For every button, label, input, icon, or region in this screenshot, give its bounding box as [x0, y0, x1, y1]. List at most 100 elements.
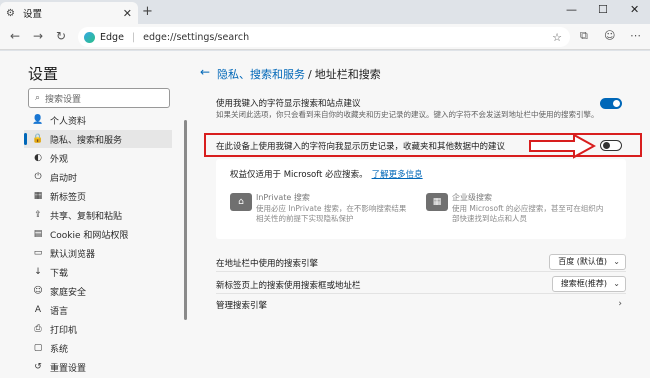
sidebar-item-label: 家庭安全	[50, 287, 87, 298]
breadcrumb-separator: /	[308, 68, 312, 81]
sidebar-item[interactable]: ⏻ 启动时	[24, 168, 172, 186]
sidebar-item-label: 启动时	[50, 173, 78, 184]
sidebar-item-icon: ↓	[34, 267, 42, 277]
sidebar-item-icon: 🔒	[32, 134, 44, 144]
address-separator: |	[131, 31, 136, 43]
search-engine-label: 在地址栏中使用的搜索引擎	[216, 259, 319, 269]
red-arrow-annotation-icon	[529, 133, 596, 159]
sidebar-item-icon: 👤	[32, 115, 44, 125]
navigation-bar: ← → ↻ Edge | edge://settings/search ☆ ⧉ …	[0, 24, 650, 50]
sidebar-item-icon: ↺	[34, 362, 42, 372]
sidebar-item[interactable]: ↓ 下载	[24, 263, 172, 281]
gear-icon: ⚙	[6, 7, 15, 19]
edge-logo-icon	[84, 31, 95, 43]
sidebar-item-icon: ▭	[33, 248, 43, 258]
search-engine-row: 在地址栏中使用的搜索引擎 百度 (默认值) ⌄	[216, 254, 626, 271]
sidebar-item-icon: ▤	[33, 229, 43, 239]
feature-description: 使用必应 InPrivate 搜索，在不影响搜索结果相关性的前提下实现隐私保护	[256, 204, 407, 223]
toggle-knob	[603, 142, 610, 149]
feature-title: 企业级搜索	[452, 193, 492, 202]
search-engine-dropdown[interactable]: 百度 (默认值) ⌄	[549, 254, 626, 270]
back-button[interactable]: ←	[10, 29, 20, 43]
refresh-button[interactable]: ↻	[56, 29, 66, 43]
sidebar-item[interactable]: 👤 个人资料	[24, 111, 172, 129]
sidebar-item[interactable]: ▢ 系统	[24, 339, 172, 357]
sidebar-item-label: 外观	[50, 154, 69, 165]
sidebar-item-label: 系统	[50, 344, 69, 355]
sidebar-item-icon: ⎙	[34, 324, 42, 334]
main-content: ← 隐私、搜索和服务 / 地址栏和搜索 使用我键入的字符显示搜索和站点建议 如果关闭…	[188, 51, 650, 378]
tab-strip: ⚙ 设置 ✕ + — ☐ ✕	[0, 0, 650, 24]
minimize-button[interactable]: —	[566, 3, 577, 16]
breadcrumb: 隐私、搜索和服务 / 地址栏和搜索	[217, 66, 381, 82]
profile-icon[interactable]: ☺	[604, 29, 615, 42]
history-suggestions-label: 在此设备上使用我键入的字符向我显示历史记录，收藏夹和其他数据中的建议	[216, 142, 506, 152]
toggle-knob	[613, 100, 620, 107]
sidebar-item[interactable]: ↺ 重置设置	[24, 358, 172, 376]
new-tab-search-value: 搜索框(推荐)	[560, 279, 607, 288]
sidebar-item-label: 共享、复制和粘贴	[50, 211, 123, 222]
history-suggestions-toggle[interactable]	[600, 140, 622, 151]
sidebar-item-icon: ☺	[33, 286, 43, 296]
sidebar-item[interactable]: ▭ 默认浏览器	[24, 244, 172, 262]
card-heading: 权益仅适用于 Microsoft 必应搜索。 了解更多信息	[230, 168, 423, 180]
sidebar-item[interactable]: ⇪ 共享、复制和粘贴	[24, 206, 172, 224]
favorite-star-icon[interactable]: ☆	[552, 31, 562, 44]
forward-button[interactable]: →	[33, 29, 43, 43]
settings-search-input[interactable]: ⌕ 搜索设置	[28, 88, 170, 108]
learn-more-link[interactable]: 了解更多信息	[372, 170, 423, 180]
chevron-down-icon: ⌄	[613, 257, 620, 266]
new-tab-search-row: 新标签页上的搜索使用搜索框或地址栏 搜索框(推荐) ⌄	[216, 276, 626, 293]
enterprise-icon: ▦	[426, 193, 448, 211]
chevron-right-icon: ›	[618, 299, 622, 309]
search-suggestions-toggle[interactable]	[600, 98, 622, 109]
feature-title: InPrivate 搜索	[256, 193, 310, 202]
sidebar-item[interactable]: ▤ Cookie 和网站权限	[24, 225, 172, 243]
sidebar-item-icon: ⏻	[34, 172, 42, 182]
breadcrumb-parent-link[interactable]: 隐私、搜索和服务	[217, 68, 305, 81]
sidebar-item-icon: ⇪	[34, 210, 42, 220]
page-title: 地址栏和搜索	[314, 68, 381, 81]
address-url[interactable]: edge://settings/search	[143, 32, 249, 43]
sidebar-item-icon: A	[34, 305, 42, 315]
divider	[216, 293, 626, 294]
new-tab-button[interactable]: +	[142, 4, 153, 19]
search-engine-value: 百度 (默认值)	[558, 257, 607, 266]
manage-search-engines-label: 管理搜索引擎	[216, 301, 268, 311]
maximize-button[interactable]: ☐	[598, 3, 608, 16]
settings-sidebar: 设置 ⌕ 搜索设置 👤 个人资料 🔒 隐私、搜索和服务 ◐ 外观 ⏻ 启动时 ▦ 新标签页 ⇪ 共享、…	[0, 51, 188, 378]
sidebar-item[interactable]: ⎙ 打印机	[24, 320, 172, 338]
more-menu-icon[interactable]: ⋯	[630, 29, 641, 42]
feature-inprivate: ⌂ InPrivate 搜索 使用必应 InPrivate 搜索，在不影响搜索结…	[230, 189, 420, 233]
sidebar-item[interactable]: ▦ 新标签页	[24, 187, 172, 205]
card-heading-text: 权益仅适用于 Microsoft 必应搜索。	[230, 170, 368, 180]
settings-title: 设置	[28, 65, 59, 83]
feature-enterprise: ▦ 企业级搜索 使用 Microsoft 的必应搜索，甚至可在组织内部快速找到站…	[426, 189, 616, 233]
collections-icon[interactable]: ⧉	[580, 29, 588, 43]
new-tab-search-dropdown[interactable]: 搜索框(推荐) ⌄	[551, 276, 626, 292]
feature-description: 使用 Microsoft 的必应搜索，甚至可在组织内部快速找到站点和人员	[452, 204, 604, 223]
manage-search-engines-row[interactable]: 管理搜索引擎 ›	[216, 299, 626, 313]
close-window-button[interactable]: ✕	[630, 3, 639, 16]
search-suggestions-title: 使用我键入的字符显示搜索和站点建议	[216, 99, 361, 109]
sidebar-item-label: 下载	[50, 268, 69, 279]
close-tab-icon[interactable]: ✕	[123, 7, 132, 20]
search-icon: ⌕	[35, 93, 41, 103]
chevron-down-icon: ⌄	[613, 279, 620, 288]
sidebar-item[interactable]: A 语言	[24, 301, 172, 319]
sidebar-item-label: 新标签页	[50, 192, 87, 203]
sidebar-item-label: 个人资料	[50, 116, 87, 127]
sidebar-item[interactable]: 🔒 隐私、搜索和服务	[24, 130, 172, 148]
sidebar-item-label: 打印机	[50, 325, 78, 336]
sidebar-item-icon: ▢	[33, 343, 43, 353]
address-brand: Edge	[100, 31, 124, 43]
bing-benefits-card: 权益仅适用于 Microsoft 必应搜索。 了解更多信息 ⌂ InPrivate…	[216, 159, 626, 239]
sidebar-scrollbar-thumb[interactable]	[184, 120, 187, 320]
back-arrow-icon[interactable]: ←	[200, 65, 210, 79]
tab-settings[interactable]: ⚙ 设置 ✕	[0, 2, 138, 24]
sidebar-item[interactable]: ☺ 家庭安全	[24, 282, 172, 300]
new-tab-search-label: 新标签页上的搜索使用搜索框或地址栏	[216, 281, 361, 291]
address-bar[interactable]: Edge | edge://settings/search ☆	[78, 27, 570, 47]
sidebar-item-label: Cookie 和网站权限	[50, 230, 129, 241]
sidebar-item[interactable]: ◐ 外观	[24, 149, 172, 167]
